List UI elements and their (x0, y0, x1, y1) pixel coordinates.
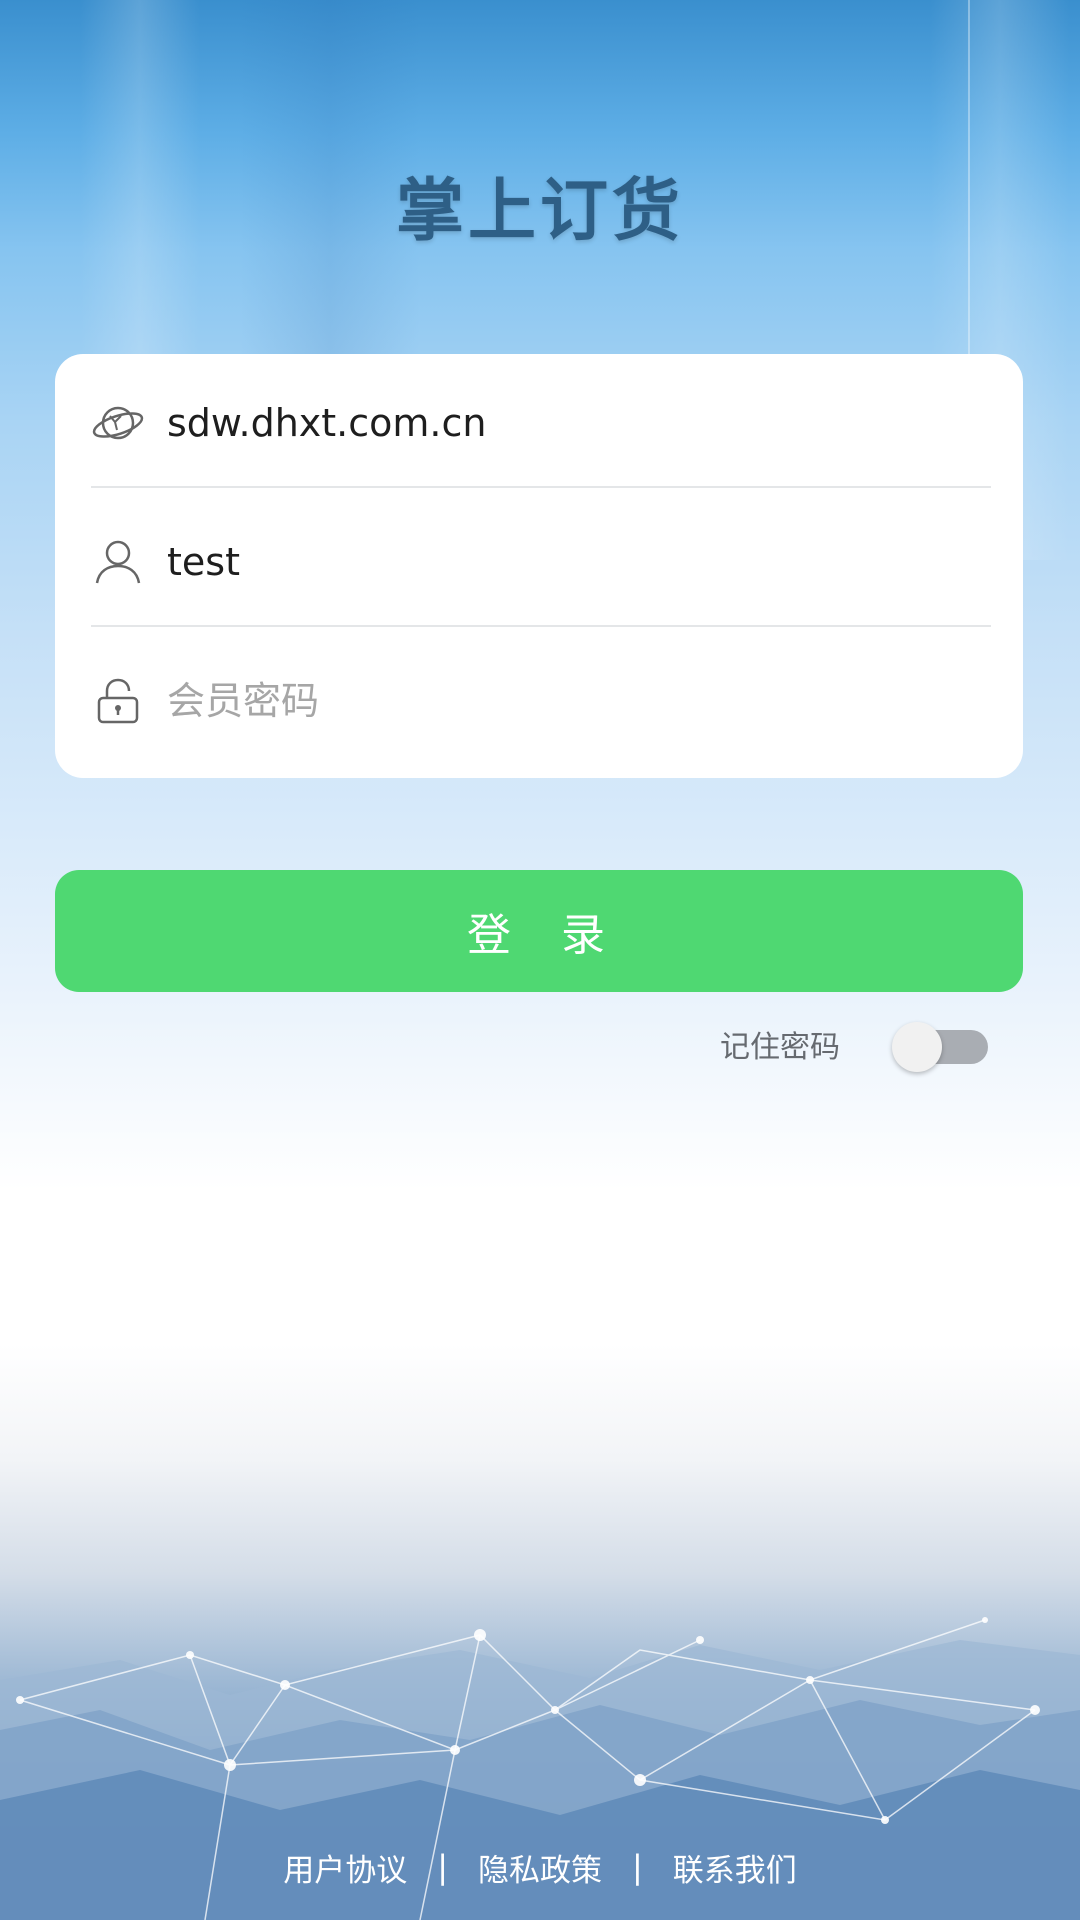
login-button[interactable]: 登 录 (55, 870, 1023, 992)
remember-password-toggle[interactable] (892, 1022, 988, 1072)
field-divider (91, 625, 991, 627)
planet-icon (91, 396, 145, 450)
footer-separator: | (632, 1848, 643, 1886)
user-agreement-link[interactable]: 用户协议 (283, 1845, 407, 1890)
password-input[interactable] (167, 679, 967, 723)
footer-separator: | (437, 1848, 448, 1886)
contact-us-link[interactable]: 联系我们 (673, 1845, 797, 1890)
toggle-knob (892, 1022, 942, 1072)
remember-password-label: 记住密码 (720, 1030, 840, 1065)
server-input[interactable] (167, 401, 967, 445)
privacy-policy-link[interactable]: 隐私政策 (478, 1845, 602, 1890)
username-field[interactable] (91, 493, 991, 631)
server-field[interactable] (91, 354, 991, 492)
lock-icon (91, 674, 145, 728)
field-divider (91, 486, 991, 488)
username-input[interactable] (167, 540, 967, 584)
footer-links: 用户协议 | 隐私政策 | 联系我们 (0, 1842, 1080, 1892)
login-form-card (55, 354, 1023, 778)
app-title: 掌上订货 (395, 172, 684, 251)
password-field[interactable] (91, 632, 991, 770)
user-icon (91, 535, 145, 589)
remember-password-row: 记住密码 (700, 1014, 1000, 1074)
